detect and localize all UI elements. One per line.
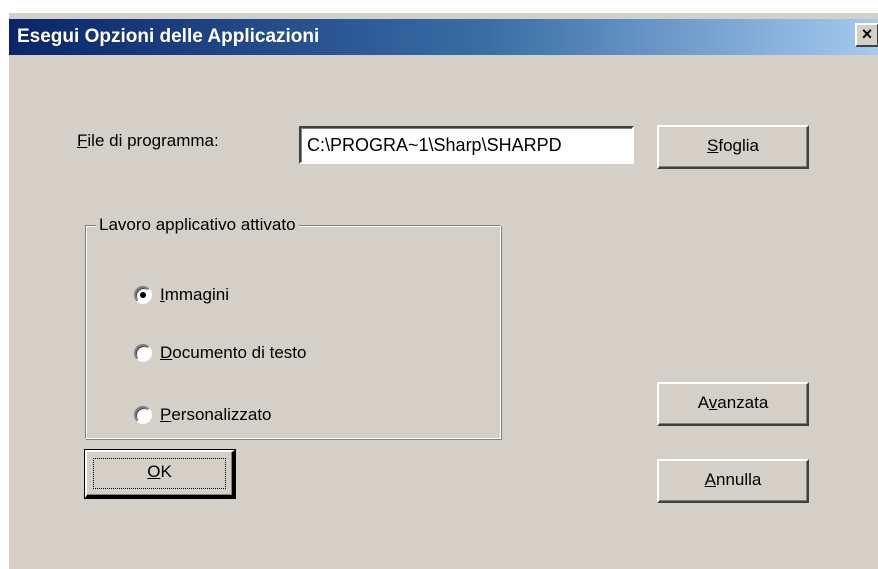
- browse-hotkey: S: [707, 136, 719, 155]
- radio-button-icon[interactable]: [134, 286, 152, 304]
- browse-button[interactable]: Sfoglia: [657, 125, 809, 169]
- file-program-label: File di programma:: [77, 131, 219, 151]
- groupbox-legend: Lavoro applicativo attivato: [96, 214, 299, 236]
- radio-button-icon[interactable]: [134, 344, 152, 362]
- radio-text-hotkey: D: [160, 343, 173, 362]
- radio-button-icon[interactable]: [134, 406, 152, 424]
- radio-images-text: mmagini: [164, 285, 229, 304]
- program-file-input[interactable]: [299, 126, 634, 164]
- cancel-hotkey: A: [704, 470, 716, 489]
- radio-custom-hotkey: P: [160, 405, 172, 424]
- ok-hotkey: O: [147, 462, 161, 481]
- radio-custom-text: ersonalizzato: [171, 405, 272, 424]
- close-icon: ×: [861, 24, 873, 44]
- application-job-groupbox: Lavoro applicativo attivato Immagini Doc…: [85, 214, 501, 439]
- cancel-button[interactable]: Annulla: [657, 459, 809, 503]
- advanced-hotkey: v: [708, 393, 718, 412]
- radio-selected-dot-icon: [140, 292, 146, 298]
- close-button[interactable]: ×: [855, 23, 878, 47]
- advanced-label: anzata: [717, 393, 769, 412]
- browse-label: foglia: [718, 136, 759, 155]
- advanced-prefix: A: [697, 393, 709, 412]
- file-label-hotkey: F: [77, 131, 88, 150]
- radio-images-label: Immagini: [160, 284, 229, 306]
- ok-label: K: [160, 462, 172, 481]
- advanced-button[interactable]: Avanzata: [657, 382, 809, 426]
- ok-button[interactable]: OK: [84, 449, 236, 499]
- window-title: Esegui Opzioni delle Applicazioni: [17, 26, 320, 47]
- radio-text-document-label: Documento di testo: [160, 342, 306, 364]
- title-bar[interactable]: Esegui Opzioni delle Applicazioni ×: [9, 19, 878, 55]
- file-label-text: ile di programma:: [87, 131, 219, 150]
- radio-custom-label: Personalizzato: [160, 404, 272, 426]
- cancel-label: nnulla: [715, 470, 762, 489]
- radio-text-text: ocumento di testo: [172, 343, 307, 362]
- dialog-window: Esegui Opzioni delle Applicazioni × File…: [8, 12, 878, 569]
